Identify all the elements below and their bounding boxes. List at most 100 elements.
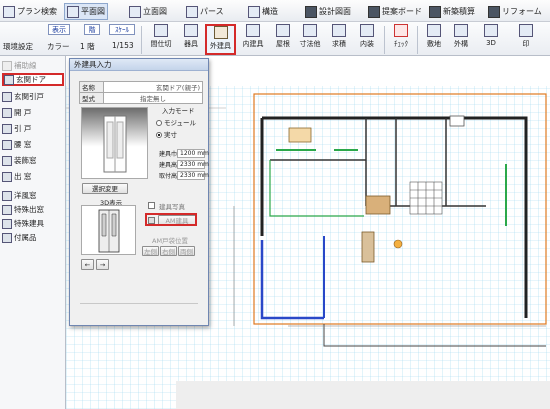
fitting-info-table: 名称 玄関ドア(親子) 型式 指定無し	[79, 81, 203, 104]
sidebar-item-accessory[interactable]: 付属品	[2, 231, 64, 244]
select-change-button[interactable]: 選択変更	[82, 183, 128, 194]
width-input[interactable]: 1200 mm	[177, 149, 209, 158]
am-door-position-label: AM戸袋位置	[152, 237, 189, 245]
mode-actual-radio[interactable]: 実寸	[156, 129, 177, 139]
tool-interior-fitting[interactable]: 内建具	[238, 24, 268, 55]
color-button[interactable]: カラー	[47, 41, 70, 52]
scale-value: 1/153	[112, 41, 134, 50]
print-icon	[519, 24, 533, 37]
tool-dimension[interactable]: 寸法他	[296, 24, 324, 55]
structure-icon	[248, 5, 260, 18]
height-row: 建具高 2330 mm	[159, 160, 209, 169]
estimate-button[interactable]: 新築積算	[429, 3, 475, 20]
site-icon	[427, 24, 441, 37]
floor-plan-button[interactable]: 平面図	[64, 3, 108, 20]
dialog-title: 外建具入力	[70, 59, 208, 71]
partition-icon	[154, 24, 168, 37]
sidebar-item-special-fitting[interactable]: 特殊建具	[2, 217, 64, 230]
tool-exterior[interactable]: 外構	[447, 24, 475, 55]
toolbar-divider	[384, 26, 385, 54]
tool-interior[interactable]: 内装	[353, 24, 381, 55]
arrow-right-icon: →	[99, 261, 106, 269]
structure-button[interactable]: 構造	[248, 3, 278, 20]
door-preview	[81, 107, 148, 179]
tool-roof[interactable]: 屋根	[269, 24, 297, 55]
install-height-input[interactable]: 2330 mm	[177, 171, 209, 180]
sliding-door-icon	[2, 123, 12, 134]
tool-exterior-fitting[interactable]: 外建具	[205, 24, 236, 55]
width-row: 建具巾 1200 mm	[159, 149, 209, 158]
decorative-window-icon	[2, 155, 12, 166]
arrow-right-button[interactable]: →	[96, 259, 109, 270]
floor-value: 1 階	[80, 42, 95, 51]
sidebar-item-hinged-door[interactable]: 開 戸	[2, 106, 64, 119]
toilet-fixture	[449, 115, 465, 127]
dining-table	[365, 195, 391, 215]
left-side-button[interactable]: 左側	[142, 246, 159, 256]
env-settings-button[interactable]: 環境設定	[3, 41, 33, 52]
tool-check[interactable]: ﾁｪｯｸ	[387, 24, 415, 55]
bay-window-icon	[2, 171, 12, 182]
proposal-board-icon	[368, 5, 380, 18]
am-fitting-highlight	[145, 213, 197, 226]
tool-fixture[interactable]: 器具	[177, 24, 205, 55]
sidebar-item-western-window[interactable]: 洋風窓	[2, 189, 64, 202]
main-toolbar: プラン検索 平面図 立面図 パース 構造 設計図面 提案ボード 新築積算 リフォ…	[0, 0, 550, 22]
reform-button[interactable]: リフォーム	[488, 3, 542, 20]
elevation-button[interactable]: 立面図	[129, 3, 167, 20]
fitting-photo-checkbox[interactable]	[148, 202, 155, 209]
tool-toolbar: 表示 階 ｽｹｰﾙ 環境設定 カラー 1 階 1/153 間仕切 器具 外建具 …	[0, 22, 550, 56]
fitting-category-sidebar: 補助線 玄関ドア 玄関引戸 開 戸 引 戸 腰 窓 装飾窓 出 窓 洋風窓 特殊…	[0, 56, 66, 409]
floor-toggle[interactable]: 階	[84, 24, 100, 35]
both-sides-button[interactable]: 両側	[178, 246, 195, 256]
sidebar-item-sliding-door[interactable]: 引 戸	[2, 122, 64, 135]
ground-area	[176, 381, 550, 409]
3d-door-image	[98, 209, 120, 253]
tool-partition[interactable]: 間仕切	[147, 24, 175, 55]
special-bay-window-icon	[2, 204, 12, 215]
kitchen-fixture	[288, 127, 312, 143]
tool-site[interactable]: 敷地	[420, 24, 448, 55]
type-key: 型式	[79, 92, 104, 104]
tool-3d[interactable]: 3D	[477, 24, 505, 55]
input-mode-label: 入力モード	[162, 107, 195, 115]
stairs	[409, 181, 443, 215]
fitting-photo-label: 建具写真	[159, 203, 185, 211]
name-value: 玄関ドア(親子)	[103, 81, 203, 93]
name-key: 名称	[79, 81, 104, 93]
mode-module-radio[interactable]: モジュール	[156, 117, 196, 127]
3d-icon	[484, 24, 498, 37]
interior-icon	[360, 24, 374, 37]
sidebar-item-bay-window[interactable]: 出 窓	[2, 170, 64, 183]
tool-print[interactable]: 印	[512, 24, 540, 55]
interior-fitting-icon	[246, 24, 260, 37]
exterior-fitting-icon	[213, 26, 228, 39]
elevation-icon	[129, 5, 141, 18]
sidebar-item-decorative-window[interactable]: 装飾窓	[2, 154, 64, 167]
right-side-button[interactable]: 右側	[160, 246, 177, 256]
exterior-fitting-dialog: 外建具入力 名称 玄関ドア(親子) 型式 指定無し 入力モード モジュール 実寸 建…	[69, 58, 209, 326]
drawing-button[interactable]: 設計図面	[305, 3, 351, 20]
scale-toggle[interactable]: ｽｹｰﾙ	[109, 24, 135, 35]
door-image	[103, 115, 127, 173]
sidebar-item-guideline[interactable]: 補助線	[2, 59, 64, 72]
sidebar-item-entrance-sliding[interactable]: 玄関引戸	[2, 90, 64, 103]
special-fitting-icon	[2, 218, 12, 229]
install-row: 取付高 2330 mm	[159, 171, 209, 180]
reform-icon	[488, 5, 500, 18]
radio-off	[156, 120, 162, 126]
proposal-board-button[interactable]: 提案ボード	[368, 3, 422, 20]
toolbar-divider	[141, 26, 142, 54]
type-value: 指定無し	[103, 92, 203, 104]
height-input[interactable]: 2330 mm	[177, 160, 209, 169]
arrow-left-button[interactable]: ←	[81, 259, 94, 270]
dialog-divider	[80, 303, 198, 304]
sidebar-item-entrance-door[interactable]: 玄関ドア	[2, 73, 64, 86]
plan-search-button[interactable]: プラン検索	[3, 3, 57, 20]
perspective-button[interactable]: パース	[186, 3, 224, 20]
tool-area[interactable]: 求積	[325, 24, 353, 55]
sidebar-item-waist-window[interactable]: 腰 窓	[2, 138, 64, 151]
display-toggle[interactable]: 表示	[48, 24, 70, 35]
exterior-icon	[454, 24, 468, 37]
sidebar-item-special-bay-window[interactable]: 特殊出窓	[2, 203, 64, 216]
